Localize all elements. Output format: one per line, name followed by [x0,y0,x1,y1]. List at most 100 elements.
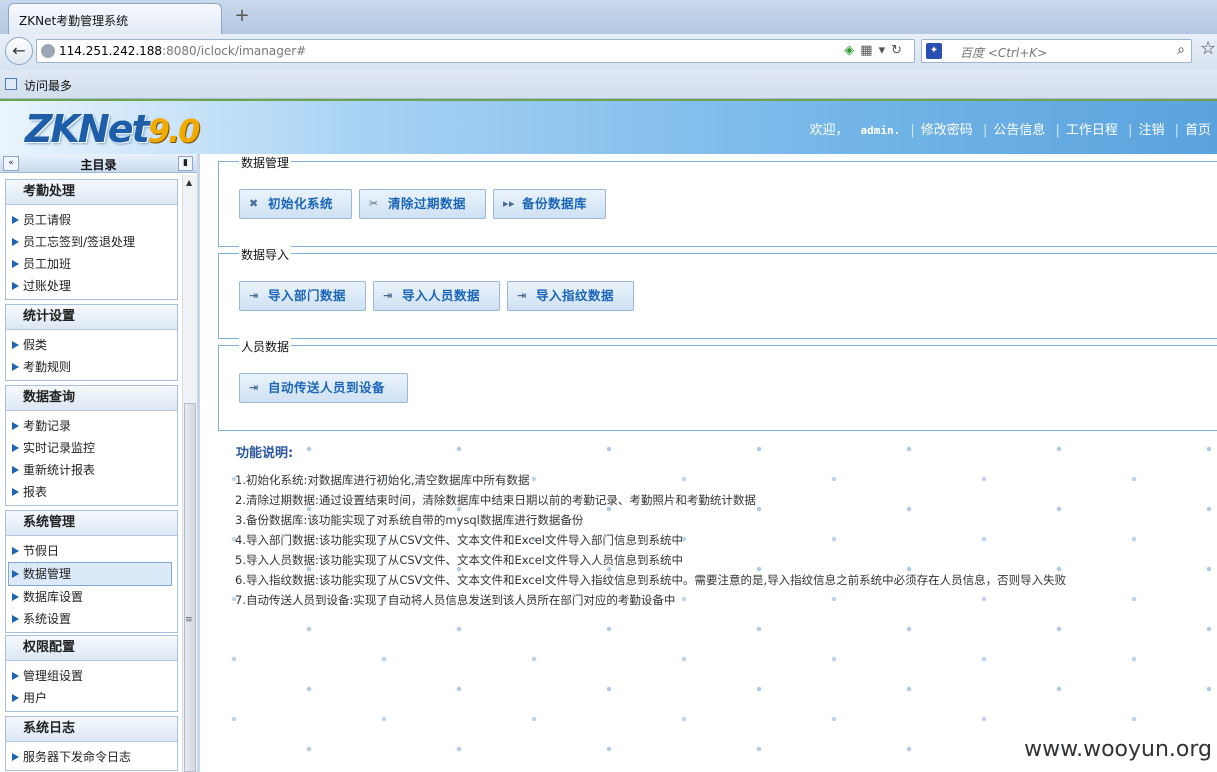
import-personnel-button[interactable]: ⇥ 导入人员数据 [373,281,500,311]
sidebar-scrollbar[interactable]: ▲ ≡ [182,175,197,772]
new-tab-button[interactable]: + [233,6,251,26]
sidebar-item-db-settings[interactable]: 数据库设置 [6,586,177,608]
section-personnel-data: 人员数据 ⇥ 自动传送人员到设备 [218,338,1217,431]
description-line: 4.导入部门数据:该功能实现了从CSV文件、文本文件和Excel文件导入部门信息… [235,533,684,547]
triangle-icon [12,753,19,761]
main-content: 数据管理 ✖ 初始化系统 ✂ 清除过期数据 ▸▸ 备份数据库 数据导入 ⇥ 导入部门数据… [204,154,1217,772]
bookmark-star-icon[interactable]: ☆ [1200,38,1216,59]
sidebar-item-report[interactable]: 报表 [6,481,177,503]
link-logout[interactable]: 注销 [1138,119,1164,138]
top-navigation: 欢迎， admin. | 修改密码 | 公告信息 | 工作日程 | 注销 | 首页 [810,119,1212,138]
qr-code-icon[interactable]: ▦ [860,43,878,58]
bookmark-folder-icon [5,78,17,90]
triangle-icon [12,282,19,290]
sidebar-item-records[interactable]: 考勤记录 [6,415,177,437]
search-placeholder: 百度 <Ctrl+K> [960,46,1048,60]
description-title: 功能说明: [236,446,294,461]
sidebar-item-recalc-report[interactable]: 重新统计报表 [6,459,177,481]
tab-title: ZKNet考勤管理系统 [19,14,129,28]
description-line: 1.初始化系统:对数据库进行初始化,清空数据库中所有数据 [235,473,530,487]
sidebar-item-overtime[interactable]: 员工加班 [6,253,177,275]
username: admin. [860,124,901,137]
browser-tab[interactable]: ZKNet考勤管理系统 [8,3,222,34]
menu-group-title[interactable]: 系统日志 [6,717,177,742]
backup-database-button[interactable]: ▸▸ 备份数据库 [493,189,606,219]
shield-icon[interactable]: ◈ [844,43,860,58]
sidebar: 主目录 « ▮ 考勤处理 员工请假 员工忘签到/签退处理 员工加班 过账处理 统… [0,154,200,772]
scroll-grip-icon: ≡ [185,615,193,625]
triangle-icon [12,593,19,601]
welcome-text: 欢迎， [809,123,849,138]
watermark: www.wooyun.org [1024,737,1212,762]
address-bar[interactable]: 114.251.242.188:8080/iclock/imanager# ◈▦… [36,39,915,63]
sidebar-item-command-log[interactable]: 服务器下发命令日志 [6,746,177,768]
menu-group-query: 数据查询 考勤记录 实时记录监控 重新统计报表 报表 [5,385,178,506]
browser-nav-bar: ← 114.251.242.188:8080/iclock/imanager# … [0,34,1217,70]
cross-icon: ✖ [249,197,259,210]
zknet-logo: ZKNet9.0 [25,107,200,151]
triangle-icon [12,570,19,578]
menu-group-title[interactable]: 系统管理 [6,511,177,536]
triangle-icon [12,363,19,371]
triangle-icon [12,422,19,430]
search-icon[interactable]: ⌕ [1177,42,1185,58]
sidebar-item-realtime-monitor[interactable]: 实时记录监控 [6,437,177,459]
sidebar-header: 主目录 « ▮ [0,154,197,173]
menu-group-title[interactable]: 权限配置 [6,636,177,661]
bookmark-most-visited[interactable]: 访问最多 [24,77,72,94]
scroll-up-icon[interactable]: ▲ [186,178,192,187]
auto-send-personnel-button[interactable]: ⇥ 自动传送人员到设备 [239,373,408,403]
url-action-icons: ◈▦▾↻ [844,43,908,58]
reload-icon[interactable]: ↻ [891,43,908,58]
dropdown-icon[interactable]: ▾ [879,43,892,58]
triangle-icon [12,216,19,224]
link-work-schedule[interactable]: 工作日程 [1066,119,1118,138]
triangle-icon [12,238,19,246]
bookmarks-bar: 访问最多 [0,70,1217,99]
import-icon: ⇥ [517,289,527,302]
link-change-password[interactable]: 修改密码 [921,119,973,138]
init-system-button[interactable]: ✖ 初始化系统 [239,189,352,219]
sidebar-item-users[interactable]: 用户 [6,687,177,709]
sidebar-item-holidays[interactable]: 节假日 [6,540,177,562]
triangle-icon [12,694,19,702]
sidebar-item-forgot-signin[interactable]: 员工忘签到/签退处理 [6,231,177,253]
import-icon: ⇥ [249,289,259,302]
scrollbar-thumb[interactable] [184,403,196,772]
menu-group-title[interactable]: 数据查询 [6,386,177,411]
menu-group-title[interactable]: 考勤处理 [6,180,177,205]
description-line: 6.导入指纹数据:该功能实现了从CSV文件、文本文件和Excel文件导入指纹信息… [235,573,1067,587]
menu-group-permissions: 权限配置 管理组设置 用户 [5,635,178,712]
triangle-icon [12,444,19,452]
triangle-icon [12,466,19,474]
pin-icon[interactable]: ▮ [178,156,193,171]
app-header: ZKNet9.0 欢迎， admin. | 修改密码 | 公告信息 | 工作日程 | 注销… [0,99,1217,154]
triangle-icon [12,615,19,623]
site-info-icon[interactable] [41,44,55,58]
sidebar-item-leave[interactable]: 员工请假 [6,209,177,231]
description-line: 3.备份数据库:该功能实现了对系统自带的mysql数据库进行数据备份 [235,513,584,527]
import-department-button[interactable]: ⇥ 导入部门数据 [239,281,366,311]
import-fingerprint-button[interactable]: ⇥ 导入指纹数据 [507,281,634,311]
section-data-management: 数据管理 ✖ 初始化系统 ✂ 清除过期数据 ▸▸ 备份数据库 [218,154,1217,247]
link-home[interactable]: 首页 [1185,119,1211,138]
sidebar-item-system-settings[interactable]: 系统设置 [6,608,177,630]
search-engine-icon[interactable]: ✦ [926,43,942,59]
import-icon: ⇥ [383,289,393,302]
section-legend: 数据导入 [239,246,292,263]
triangle-icon [12,672,19,680]
back-arrow-icon: ← [12,41,26,60]
triangle-icon [12,488,19,496]
sidebar-item-posting[interactable]: 过账处理 [6,275,177,297]
link-announcements[interactable]: 公告信息 [993,119,1045,138]
search-bar[interactable]: ✦ 百度 <Ctrl+K> ⌕ [921,39,1192,63]
clear-expired-data-button[interactable]: ✂ 清除过期数据 [359,189,486,219]
sidebar-item-admin-groups[interactable]: 管理组设置 [6,665,177,687]
collapse-icon[interactable]: « [3,156,19,171]
section-data-import: 数据导入 ⇥ 导入部门数据 ⇥ 导入人员数据 ⇥ 导入指纹数据 [218,246,1217,339]
sidebar-item-data-management[interactable]: 数据管理 [8,562,172,586]
sidebar-item-leave-types[interactable]: 假类 [6,334,177,356]
back-button[interactable]: ← [5,37,33,65]
sidebar-item-rules[interactable]: 考勤规则 [6,356,177,378]
menu-group-title[interactable]: 统计设置 [6,305,177,330]
